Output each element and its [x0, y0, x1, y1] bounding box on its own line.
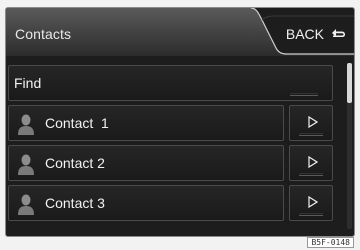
press-indicator [299, 133, 323, 136]
contact-name: Contact 3 [45, 195, 105, 211]
contact-details-button[interactable] [289, 145, 333, 181]
contact-name: Contact 1 [45, 115, 109, 131]
play-arrow-icon [308, 156, 318, 168]
contact-row[interactable]: Contact 2 [8, 145, 284, 181]
person-silhouette-icon [18, 154, 34, 175]
press-indicator [299, 213, 323, 216]
person-silhouette-icon [18, 194, 34, 215]
back-button-label: BACK [285, 26, 324, 42]
contact-details-button[interactable] [289, 185, 333, 221]
infotainment-screen: Contacts BACK Find Contact 1 Contact 2 C… [5, 7, 355, 237]
contact-name: Contact 2 [45, 155, 105, 171]
person-silhouette-icon [18, 114, 34, 135]
play-arrow-icon [308, 116, 318, 128]
play-arrow-icon [308, 196, 318, 208]
find-button[interactable]: Find [8, 65, 333, 101]
scrollbar[interactable] [347, 63, 352, 229]
contact-row[interactable]: Contact 3 [8, 185, 284, 221]
return-arrow-icon [332, 29, 345, 37]
find-press-indicator [290, 93, 318, 96]
press-indicator [299, 173, 323, 176]
find-label: Find [14, 75, 42, 91]
contact-details-button[interactable] [289, 105, 333, 141]
contact-row[interactable]: Contact 1 [8, 105, 284, 141]
back-button[interactable]: BACK [276, 22, 354, 46]
page-title: Contacts [15, 26, 72, 42]
image-code-label: B5F-0148 [307, 237, 354, 248]
scrollbar-thumb[interactable] [347, 63, 352, 103]
